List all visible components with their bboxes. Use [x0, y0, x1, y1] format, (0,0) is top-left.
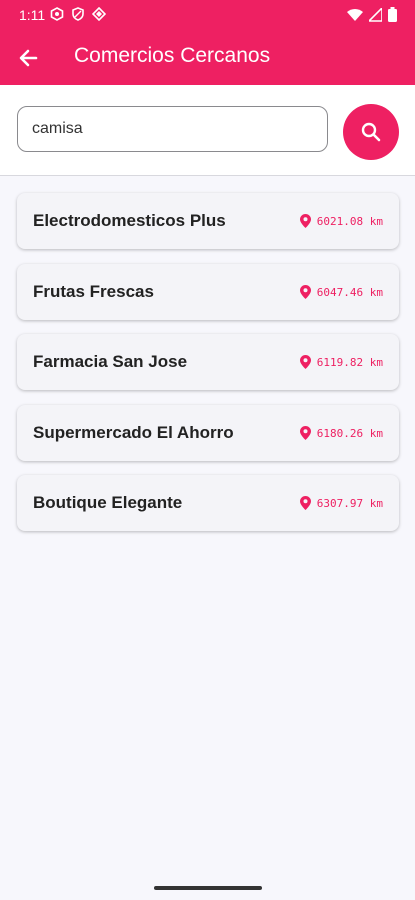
search-icon: [361, 122, 381, 142]
distance-text: 6021.08 km: [316, 214, 383, 228]
location-pin-icon: [299, 496, 311, 510]
status-time: 1:11: [19, 7, 46, 23]
store-distance: 6021.08 km: [299, 214, 383, 228]
location-pin-icon: [299, 285, 311, 299]
location-pin-icon: [299, 214, 311, 228]
store-card[interactable]: Supermercado El Ahorro 6180.26 km: [17, 405, 399, 461]
status-bar: 1:11: [0, 0, 415, 30]
store-card[interactable]: Farmacia San Jose 6119.82 km: [17, 334, 399, 390]
store-card[interactable]: Frutas Frescas 6047.46 km: [17, 264, 399, 320]
search-button[interactable]: [343, 104, 399, 160]
home-indicator[interactable]: [154, 886, 262, 890]
store-distance: 6119.82 km: [299, 355, 383, 369]
search-input[interactable]: camisa: [17, 106, 328, 152]
store-distance: 6180.26 km: [299, 426, 383, 440]
location-pin-icon: [299, 426, 311, 440]
battery-icon: [388, 7, 397, 22]
store-name: Boutique Elegante: [33, 493, 183, 512]
store-card[interactable]: Boutique Elegante 6307.97 km: [17, 475, 399, 531]
status-system-icons: [347, 7, 397, 22]
distance-text: 6307.97 km: [316, 496, 383, 510]
store-name: Electrodomesticos Plus: [33, 211, 226, 230]
diamond-status-icon: [92, 7, 106, 21]
store-card[interactable]: Electrodomesticos Plus 6021.08 km: [17, 193, 399, 249]
app-bar: 1:11 Comercios Cercanos: [0, 0, 415, 85]
store-name: Farmacia San Jose: [33, 352, 188, 371]
store-distance: 6307.97 km: [299, 496, 383, 510]
settings-status-icon: [50, 7, 64, 21]
distance-text: 6119.82 km: [316, 355, 383, 369]
signal-icon: [369, 7, 382, 22]
store-name: Frutas Frescas: [33, 282, 154, 301]
distance-text: 6047.46 km: [316, 285, 383, 299]
back-arrow-icon[interactable]: [16, 45, 42, 71]
store-name: Supermercado El Ahorro: [33, 423, 234, 442]
wifi-icon: [347, 8, 363, 21]
search-bar: camisa: [0, 85, 415, 176]
store-distance: 6047.46 km: [299, 285, 383, 299]
distance-text: 6180.26 km: [316, 426, 383, 440]
status-notification-icons: [50, 7, 106, 21]
location-pin-icon: [299, 355, 311, 369]
shield-status-icon: [72, 7, 84, 21]
page-title: Comercios Cercanos: [74, 44, 271, 67]
